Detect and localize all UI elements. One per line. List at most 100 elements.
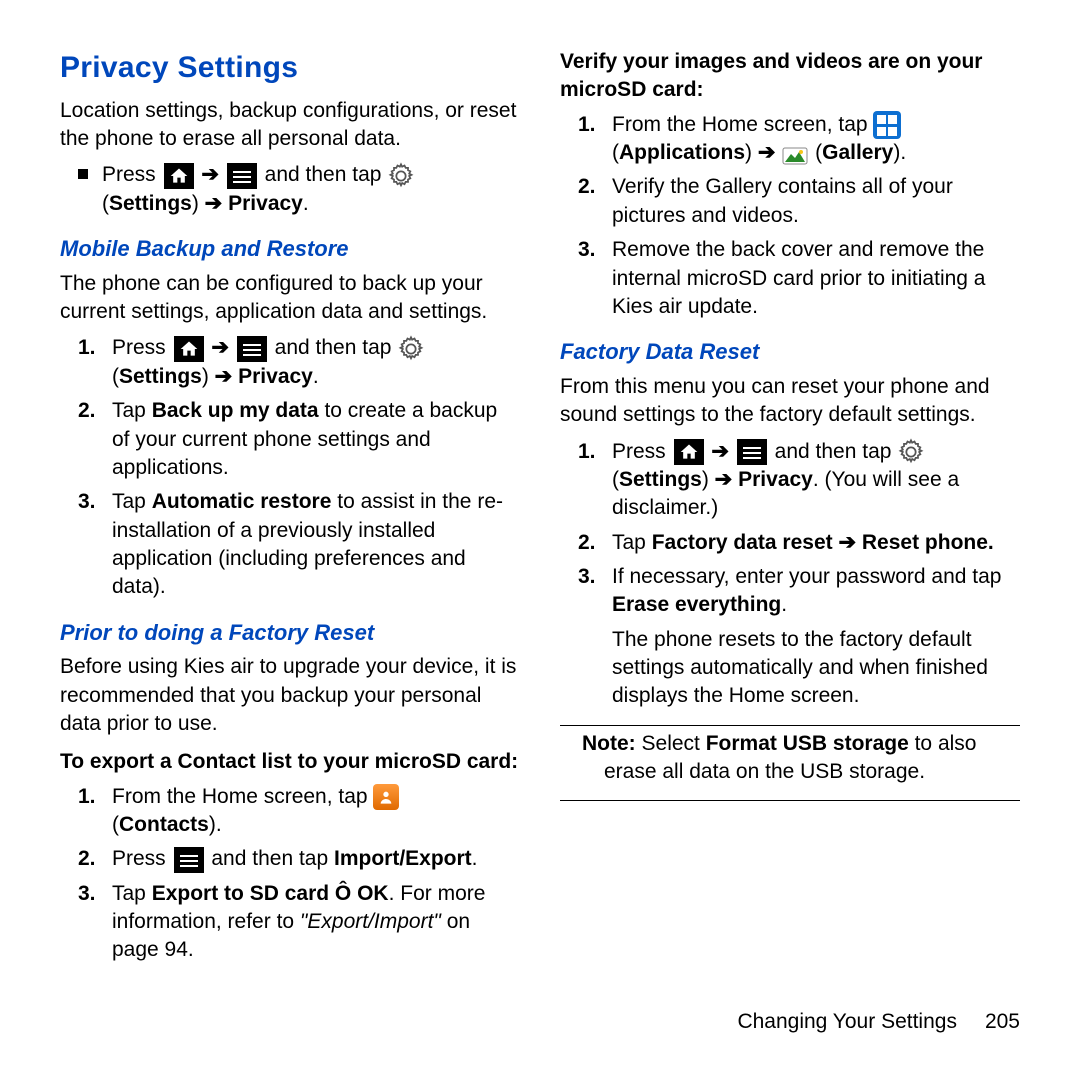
step-body: From the Home screen, tap (Contacts). bbox=[112, 783, 520, 840]
verify-gallery: Verify the Gallery contains all of your … bbox=[612, 173, 1020, 230]
step-number: 2. bbox=[78, 845, 100, 873]
menu-icon bbox=[227, 163, 257, 189]
step-number: 3. bbox=[78, 880, 100, 908]
gallery-bold: Gallery bbox=[822, 141, 893, 164]
tap-label: Tap bbox=[112, 399, 146, 422]
factory-intro: From this menu you can reset your phone … bbox=[560, 373, 1020, 430]
step-body: Press ➔ and then tap (Settings) ➔ Privac… bbox=[112, 334, 520, 391]
menu-icon bbox=[237, 336, 267, 362]
step-body: Tap Factory data reset ➔ Reset phone. bbox=[612, 529, 1020, 557]
then-tap: and then tap bbox=[275, 336, 392, 359]
section-backup: Mobile Backup and Restore bbox=[60, 234, 520, 264]
step-number: 2. bbox=[578, 173, 600, 201]
step-number: 2. bbox=[78, 397, 100, 425]
divider bbox=[560, 725, 1020, 726]
step-body: If necessary, enter your password and ta… bbox=[612, 563, 1020, 711]
apps-icon bbox=[873, 111, 901, 139]
backup-steps: 1. Press ➔ and then tap (Settings) ➔ Pri… bbox=[78, 334, 520, 601]
arrow-icon: ➔ bbox=[715, 468, 733, 491]
settings-bold: Settings bbox=[619, 468, 702, 491]
list-item: 2. Tap Factory data reset ➔ Reset phone. bbox=[578, 529, 1020, 557]
list-item: 1. Press ➔ and then tap (Settings) ➔ Pri… bbox=[78, 334, 520, 391]
tap-label: Tap bbox=[612, 531, 646, 554]
step-body: Tap Back up my data to create a backup o… bbox=[112, 397, 520, 482]
factory-steps: 1. Press ➔ and then tap (Settings) ➔ Pri… bbox=[578, 438, 1020, 711]
remove-cover: Remove the back cover and remove the int… bbox=[612, 236, 1020, 321]
export-sd-bold: Export to SD card Ô OK bbox=[152, 882, 389, 905]
prior-intro: Before using Kies air to upgrade your de… bbox=[60, 653, 520, 738]
export-contacts-head: To export a Contact list to your microSD… bbox=[60, 748, 520, 776]
applications-bold: Applications bbox=[619, 141, 745, 164]
footer-section: Changing Your Settings bbox=[737, 1010, 957, 1033]
settings-bold: Settings bbox=[119, 365, 202, 388]
press-label: Press bbox=[612, 440, 666, 463]
then-tap: and then tap bbox=[265, 163, 382, 186]
from-home: From the Home screen, tap bbox=[612, 113, 868, 136]
section-factory: Factory Data Reset bbox=[560, 337, 1020, 367]
gear-icon bbox=[397, 335, 425, 363]
menu-icon bbox=[174, 847, 204, 873]
step-number: 3. bbox=[578, 236, 600, 264]
gear-icon bbox=[387, 162, 415, 190]
page-footer: Changing Your Settings 205 bbox=[0, 1008, 1080, 1056]
import-export-bold: Import/Export bbox=[334, 847, 472, 870]
list-item: 2. Verify the Gallery contains all of yo… bbox=[578, 173, 1020, 230]
erase-everything: Erase everything bbox=[612, 593, 781, 616]
step-number: 1. bbox=[78, 783, 100, 811]
step-number: 3. bbox=[78, 488, 100, 516]
arrow-icon: ➔ bbox=[758, 141, 776, 164]
contacts-bold: Contacts bbox=[119, 813, 209, 836]
verify-steps: 1. From the Home screen, tap (Applicatio… bbox=[578, 111, 1020, 322]
home-icon bbox=[674, 439, 704, 465]
list-item: 1. From the Home screen, tap (Contacts). bbox=[78, 783, 520, 840]
list-item: 3. Tap Export to SD card Ô OK. For more … bbox=[78, 880, 520, 965]
note-prefix: Note: bbox=[582, 732, 636, 755]
gallery-icon bbox=[781, 142, 809, 166]
section-prior: Prior to doing a Factory Reset bbox=[60, 618, 520, 648]
arrow-icon: ➔ bbox=[211, 336, 229, 359]
arrow-icon: ➔ bbox=[201, 163, 219, 186]
list-item: 3. Remove the back cover and remove the … bbox=[578, 236, 1020, 321]
from-home: From the Home screen, tap bbox=[112, 785, 368, 808]
arrow-icon: ➔ bbox=[215, 365, 233, 388]
step-number: 1. bbox=[578, 111, 600, 139]
footer-page: 205 bbox=[985, 1010, 1020, 1033]
settings-bold: Settings bbox=[109, 192, 192, 215]
export-steps: 1. From the Home screen, tap (Contacts).… bbox=[78, 783, 520, 965]
intro-text: Location settings, backup configurations… bbox=[60, 97, 520, 154]
list-item: 3. If necessary, enter your password and… bbox=[578, 563, 1020, 711]
reset-result: The phone resets to the factory default … bbox=[612, 626, 1020, 711]
press-instruction: Press ➔ and then tap (Settings) ➔ Privac… bbox=[78, 161, 520, 218]
factory-reset-bold: Factory data reset ➔ Reset phone. bbox=[652, 531, 994, 554]
tap-label: Tap bbox=[112, 882, 146, 905]
backup-intro: The phone can be configured to back up y… bbox=[60, 270, 520, 327]
home-icon bbox=[164, 163, 194, 189]
password-text: If necessary, enter your password and ta… bbox=[612, 565, 1001, 588]
step-body: From the Home screen, tap (Applications)… bbox=[612, 111, 1020, 168]
then-tap: and then tap bbox=[211, 847, 328, 870]
list-item: 1. Press ➔ and then tap (Settings) ➔ Pri… bbox=[578, 438, 1020, 523]
verify-head: Verify your images and videos are on you… bbox=[560, 48, 1020, 105]
step-number: 2. bbox=[578, 529, 600, 557]
menu-icon bbox=[737, 439, 767, 465]
step-body: Press and then tap Import/Export. bbox=[112, 845, 520, 873]
gear-icon bbox=[897, 438, 925, 466]
page-content: Privacy Settings Location settings, back… bbox=[0, 0, 1080, 1008]
bullet-icon bbox=[78, 169, 88, 179]
list-item: 1. From the Home screen, tap (Applicatio… bbox=[578, 111, 1020, 168]
list-item: 3. Tap Automatic restore to assist in th… bbox=[78, 488, 520, 601]
then-tap: and then tap bbox=[775, 440, 892, 463]
press-label: Press bbox=[112, 847, 166, 870]
home-icon bbox=[174, 336, 204, 362]
step-number: 1. bbox=[578, 438, 600, 466]
arrow-icon: ➔ bbox=[711, 440, 729, 463]
divider bbox=[560, 800, 1020, 801]
note-text: Note: Select Format USB storage to also … bbox=[582, 730, 1020, 787]
arrow-icon: ➔ bbox=[205, 192, 223, 215]
step-body: Tap Export to SD card Ô OK. For more inf… bbox=[112, 880, 520, 965]
export-import-ref: "Export/Import" bbox=[300, 910, 441, 933]
step-body: Tap Automatic restore to assist in the r… bbox=[112, 488, 520, 601]
step-number: 1. bbox=[78, 334, 100, 362]
privacy-bold: Privacy bbox=[238, 365, 313, 388]
press-label: Press bbox=[112, 336, 166, 359]
